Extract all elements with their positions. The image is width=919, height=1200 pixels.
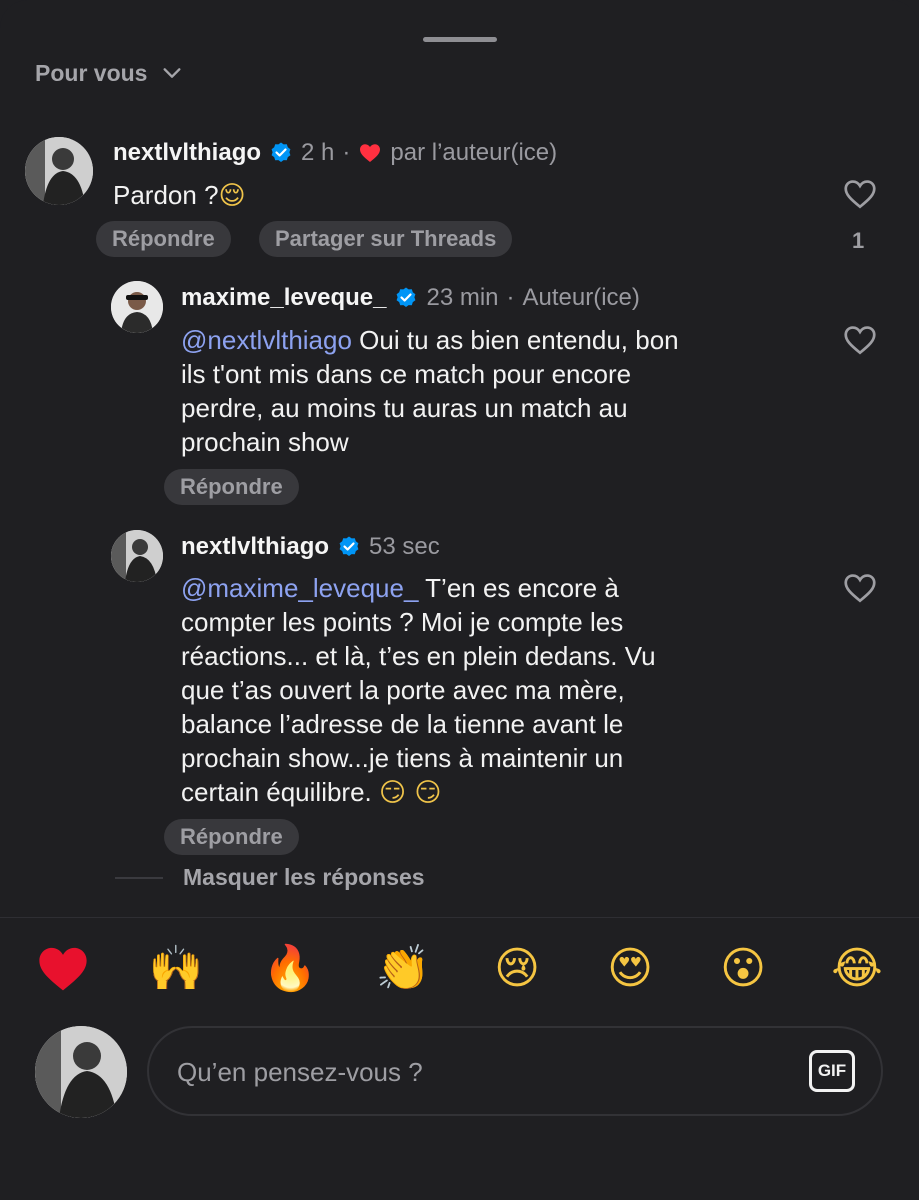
- comments-sheet: Pour vous nextlvlthiago 2 h · par l’aute…: [0, 0, 919, 1200]
- meta-separator: ·: [506, 284, 515, 311]
- author-tag: Auteur(ice): [522, 284, 640, 311]
- divider: [0, 917, 919, 918]
- comment-line: balance l’adresse de la tienne avant le: [181, 709, 624, 739]
- comment-line-text: Oui tu as bien entendu, bon: [351, 325, 679, 355]
- username[interactable]: maxime_leveque_: [181, 284, 386, 312]
- liked-by-author-label: par l’auteur(ice): [390, 139, 558, 166]
- comment-line: prochain show...je tiens à maintenir un: [181, 743, 624, 773]
- reaction-raised-hands[interactable]: 🙌: [145, 938, 207, 1000]
- hide-replies-button[interactable]: Masquer les réponses: [183, 864, 425, 891]
- comment-line: @maxime_leveque_ T’en es encore à: [181, 571, 656, 605]
- gif-button[interactable]: GIF: [809, 1050, 855, 1092]
- comment-time: 2 h: [301, 139, 335, 166]
- sheet-grabber[interactable]: [423, 37, 497, 42]
- comment-text: Pardon ?😌: [113, 178, 246, 213]
- reply-button[interactable]: Répondre: [96, 221, 231, 257]
- reaction-heart[interactable]: [32, 938, 94, 1000]
- avatar[interactable]: [111, 530, 163, 582]
- comment-time: 23 min: [426, 284, 499, 311]
- username[interactable]: nextlvlthiago: [181, 533, 329, 561]
- reaction-crying-face[interactable]: 😢: [486, 938, 548, 1000]
- username[interactable]: nextlvlthiago: [113, 139, 261, 167]
- comment-line: perdre, au moins tu auras un match au: [181, 393, 628, 423]
- heart-outline-icon[interactable]: [842, 176, 878, 212]
- comment-text: @maxime_leveque_ T’en es encore à compte…: [181, 571, 656, 810]
- comment-meta: maxime_leveque_ 23 min · Auteur(ice): [181, 282, 640, 314]
- reaction-laughing-face[interactable]: 😂: [826, 938, 888, 1000]
- feed-selector-label: Pour vous: [35, 59, 148, 86]
- comment-composer: GIF: [147, 1026, 883, 1116]
- comment-line: réactions... et là, t’es en plein dedans…: [181, 641, 656, 671]
- thread-connector-line: [115, 877, 163, 879]
- reaction-surprised-face[interactable]: 😮: [712, 938, 774, 1000]
- heart-filled-icon: [360, 144, 381, 162]
- meta-separator: ·: [342, 139, 351, 166]
- comment-meta: nextlvlthiago 53 sec: [181, 531, 440, 563]
- smirk-emoji: 😏 😏: [379, 778, 442, 808]
- chevron-down-icon: [163, 68, 181, 78]
- mention-link[interactable]: @nextlvlthiago: [181, 325, 352, 355]
- verified-badge-icon: [339, 536, 359, 556]
- avatar[interactable]: [25, 137, 93, 205]
- comment-time: 53 sec: [369, 533, 440, 560]
- avatar[interactable]: [111, 281, 163, 333]
- mention-link[interactable]: @maxime_leveque_: [181, 573, 418, 603]
- comment-line-text: certain équilibre.: [181, 777, 379, 807]
- reaction-clapping[interactable]: 👏: [372, 938, 434, 1000]
- reaction-heart-eyes[interactable]: 😍: [599, 938, 661, 1000]
- relieved-face-emoji: 😌: [218, 181, 246, 211]
- comment-line: certain équilibre. 😏 😏: [181, 775, 656, 810]
- reply-button[interactable]: Répondre: [164, 469, 299, 505]
- like-count: 1: [852, 228, 865, 253]
- reaction-fire[interactable]: 🔥: [259, 938, 321, 1000]
- heart-emoji-icon: [39, 947, 87, 991]
- avatar: [35, 1026, 127, 1118]
- comment-line: prochain show: [181, 427, 349, 457]
- share-on-threads-button[interactable]: Partager sur Threads: [259, 221, 513, 257]
- comment-meta: nextlvlthiago 2 h · par l’auteur(ice): [113, 137, 557, 169]
- comment-line: @nextlvlthiago Oui tu as bien entendu, b…: [181, 323, 679, 357]
- heart-outline-icon[interactable]: [842, 570, 878, 606]
- feed-selector[interactable]: Pour vous: [35, 56, 183, 90]
- comment-line: compter les points ? Moi je compte les: [181, 607, 624, 637]
- reply-button[interactable]: Répondre: [164, 819, 299, 855]
- heart-outline-icon[interactable]: [842, 322, 878, 358]
- comment-input[interactable]: [175, 1028, 779, 1116]
- comment-line: ils t'ont mis dans ce match pour encore: [181, 359, 632, 389]
- verified-badge-icon: [397, 287, 416, 307]
- comment-text-content: Pardon ?: [113, 180, 219, 210]
- comment-line: que t’as ouvert la porte avec ma mère,: [181, 675, 625, 705]
- comment-text: @nextlvlthiago Oui tu as bien entendu, b…: [181, 323, 679, 459]
- verified-badge-icon: [271, 142, 291, 162]
- comment-line-text: T’en es encore à: [418, 573, 619, 603]
